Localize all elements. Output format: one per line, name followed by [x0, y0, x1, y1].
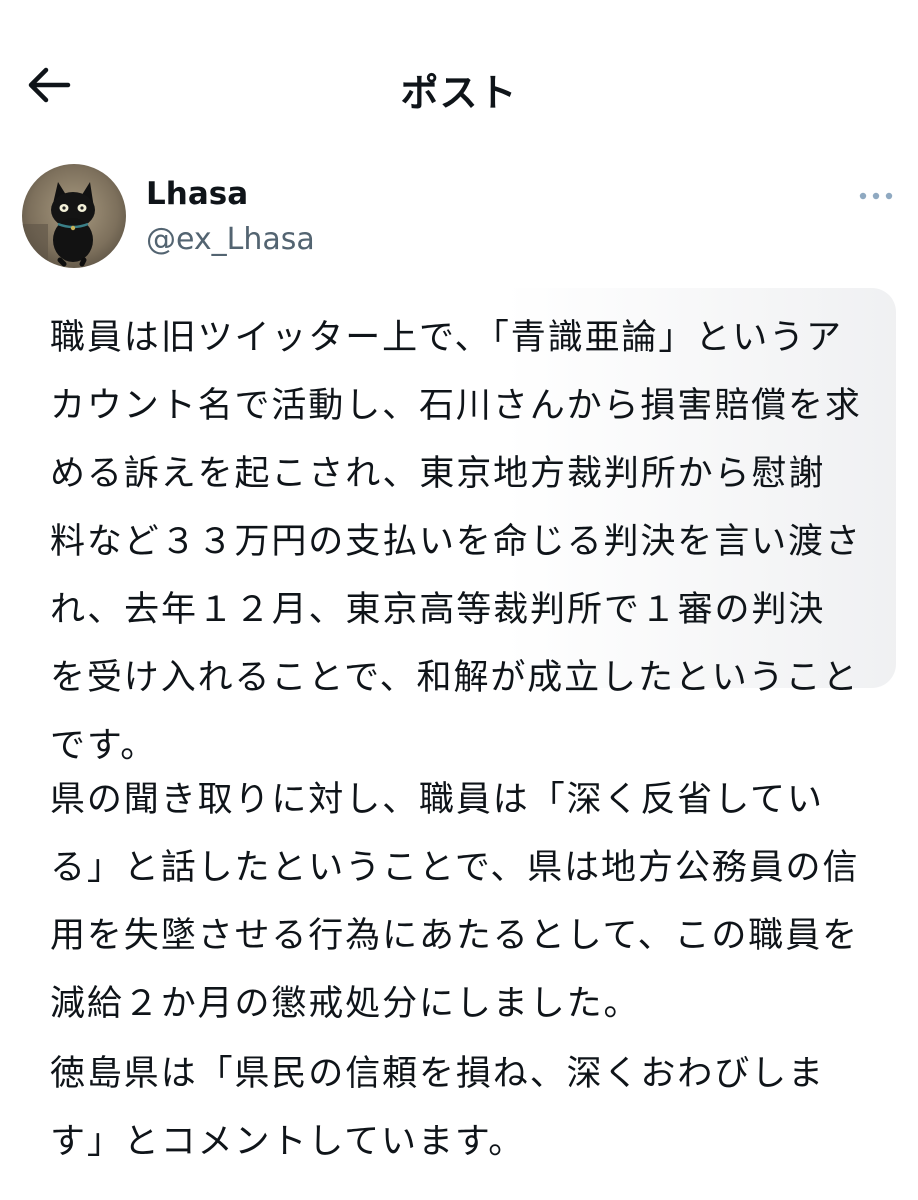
avatar[interactable]: [22, 164, 126, 268]
post-paragraph-1: 職員は旧ツイッター上で、「青識亜論」というアカウント名で活動し、石川さんから損害…: [50, 318, 862, 766]
post-paragraph-2: 県の聞き取りに対し、職員は「深く反省している」と話したということで、県は地方公務…: [50, 780, 860, 1024]
more-options-button[interactable]: [856, 184, 896, 208]
post-paragraph-3: 徳島県は「県民の信頼を損ね、深くおわびします」とコメントしています。: [50, 1054, 825, 1162]
top-bar: ポスト: [0, 0, 918, 160]
post-body: 職員は旧ツイッター上で、「青識亜論」というアカウント名で活動し、石川さんから損害…: [0, 288, 918, 1200]
display-name[interactable]: Lhasa: [146, 176, 248, 212]
page-title: ポスト: [400, 71, 518, 115]
black-cat-avatar: [22, 164, 126, 268]
post-header: Lhasa @ex_Lhasa: [0, 160, 918, 280]
user-handle[interactable]: @ex_Lhasa: [146, 222, 315, 257]
more-horizontal-icon: [859, 192, 893, 200]
